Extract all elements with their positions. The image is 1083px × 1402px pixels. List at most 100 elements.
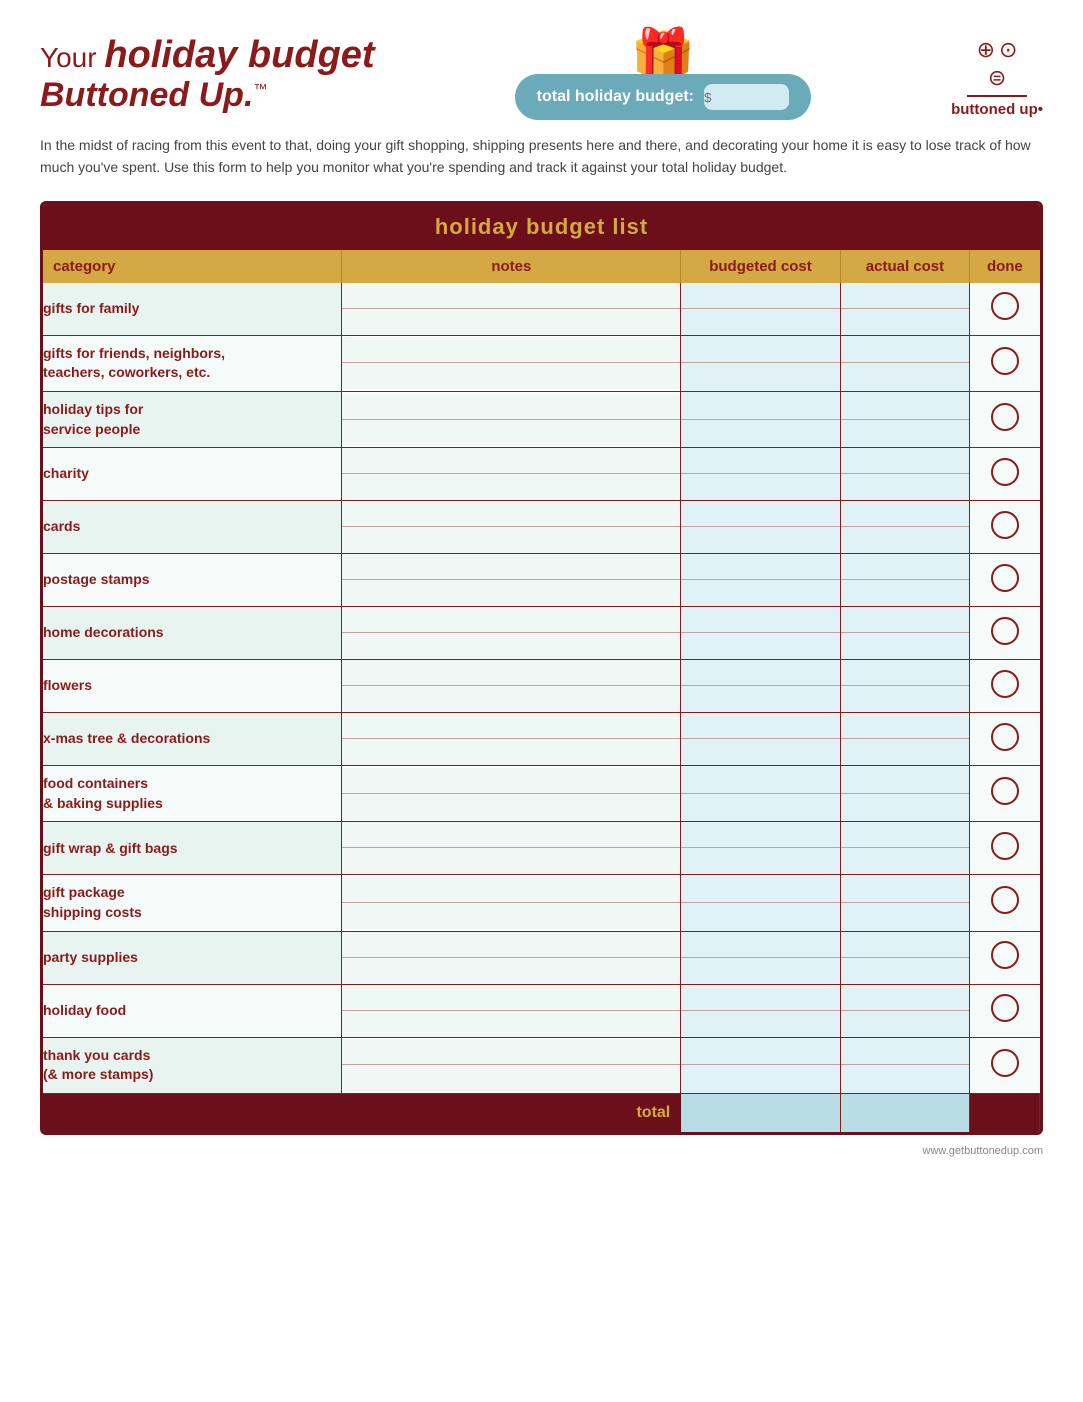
budgeted-cost-cell[interactable] (681, 931, 840, 984)
actual-cost-cell[interactable] (840, 931, 970, 984)
actual-cost-cell[interactable] (840, 554, 970, 607)
budgeted-cost-cell[interactable] (681, 554, 840, 607)
actual-cost-cell[interactable] (840, 283, 970, 336)
actual-cost-cell[interactable] (840, 1037, 970, 1093)
done-cell[interactable] (970, 822, 1040, 875)
notes-cell[interactable] (342, 713, 681, 766)
category-cell: charity (43, 448, 342, 501)
note-line (342, 1011, 680, 1037)
notes-cell[interactable] (342, 448, 681, 501)
budgeted-cost-cell[interactable] (681, 822, 840, 875)
actual-cost-cell[interactable] (840, 984, 970, 1037)
done-cell[interactable] (970, 607, 1040, 660)
notes-cell[interactable] (342, 391, 681, 447)
budgeted-cost-cell[interactable] (681, 607, 840, 660)
actual-cost-line (841, 580, 970, 606)
actual-cost-cell[interactable] (840, 501, 970, 554)
budgeted-cost-cell[interactable] (681, 984, 840, 1037)
done-checkbox[interactable] (991, 994, 1019, 1022)
notes-cell[interactable] (342, 931, 681, 984)
actual-cost-cell[interactable] (840, 607, 970, 660)
done-checkbox[interactable] (991, 832, 1019, 860)
done-cell[interactable] (970, 391, 1040, 447)
category-cell: gift package shipping costs (43, 875, 342, 931)
actual-cost-line (841, 877, 970, 903)
actual-cost-cell[interactable] (840, 713, 970, 766)
done-cell[interactable] (970, 660, 1040, 713)
category-text: gift wrap & gift bags (43, 831, 341, 867)
notes-cell[interactable] (342, 875, 681, 931)
done-cell[interactable] (970, 335, 1040, 391)
done-checkbox[interactable] (991, 1049, 1019, 1077)
notes-cell[interactable] (342, 1037, 681, 1093)
done-checkbox[interactable] (991, 511, 1019, 539)
done-cell[interactable] (970, 501, 1040, 554)
table-row: thank you cards (& more stamps) (43, 1037, 1040, 1093)
done-checkbox[interactable] (991, 403, 1019, 431)
budgeted-cost-cell[interactable] (681, 501, 840, 554)
actual-cost-cell[interactable] (840, 391, 970, 447)
category-text: food containers & baking supplies (43, 766, 341, 821)
actual-cost-cell[interactable] (840, 660, 970, 713)
done-cell[interactable] (970, 448, 1040, 501)
done-checkbox[interactable] (991, 292, 1019, 320)
note-line (342, 739, 680, 765)
done-checkbox[interactable] (991, 941, 1019, 969)
actual-cost-line (841, 607, 970, 633)
col-budgeted-cost: budgeted cost (681, 250, 840, 283)
table-row: flowers (43, 660, 1040, 713)
done-cell[interactable] (970, 984, 1040, 1037)
done-cell[interactable] (970, 931, 1040, 984)
category-cell: flowers (43, 660, 342, 713)
total-label: total (43, 1093, 681, 1132)
done-cell[interactable] (970, 554, 1040, 607)
done-checkbox[interactable] (991, 564, 1019, 592)
done-checkbox[interactable] (991, 886, 1019, 914)
note-line (342, 474, 680, 500)
budget-input[interactable] (704, 84, 789, 110)
note-line (342, 794, 680, 820)
category-text: gift package shipping costs (43, 875, 341, 930)
budgeted-cost-cell[interactable] (681, 448, 840, 501)
notes-cell[interactable] (342, 660, 681, 713)
logo-icon2: ⊙ (999, 37, 1017, 63)
notes-cell[interactable] (342, 501, 681, 554)
actual-cost-cell[interactable] (840, 448, 970, 501)
done-cell[interactable] (970, 283, 1040, 336)
done-checkbox[interactable] (991, 777, 1019, 805)
done-cell[interactable] (970, 766, 1040, 822)
done-checkbox[interactable] (991, 458, 1019, 486)
page-header: Your holiday budget Buttoned Up.™ 🎁 tota… (40, 30, 1043, 120)
budgeted-cost-cell[interactable] (681, 335, 840, 391)
budgeted-cost-cell[interactable] (681, 766, 840, 822)
table-row: gifts for friends, neighbors, teachers, … (43, 335, 1040, 391)
table-row: charity (43, 448, 1040, 501)
budgeted-cost-cell[interactable] (681, 283, 840, 336)
notes-cell[interactable] (342, 283, 681, 336)
actual-cost-cell[interactable] (840, 766, 970, 822)
budgeted-cost-cell[interactable] (681, 391, 840, 447)
done-checkbox[interactable] (991, 723, 1019, 751)
done-checkbox[interactable] (991, 347, 1019, 375)
actual-cost-cell[interactable] (840, 335, 970, 391)
done-cell[interactable] (970, 875, 1040, 931)
done-checkbox[interactable] (991, 670, 1019, 698)
actual-cost-cell[interactable] (840, 822, 970, 875)
done-cell[interactable] (970, 1037, 1040, 1093)
notes-cell[interactable] (342, 984, 681, 1037)
table-row: cards (43, 501, 1040, 554)
notes-cell[interactable] (342, 554, 681, 607)
note-line (342, 848, 680, 874)
budgeted-cost-cell[interactable] (681, 713, 840, 766)
note-line (342, 501, 680, 527)
notes-cell[interactable] (342, 335, 681, 391)
notes-cell[interactable] (342, 822, 681, 875)
actual-cost-cell[interactable] (840, 875, 970, 931)
budgeted-cost-cell[interactable] (681, 1037, 840, 1093)
notes-cell[interactable] (342, 607, 681, 660)
budgeted-cost-cell[interactable] (681, 875, 840, 931)
done-checkbox[interactable] (991, 617, 1019, 645)
done-cell[interactable] (970, 713, 1040, 766)
budgeted-cost-cell[interactable] (681, 660, 840, 713)
notes-cell[interactable] (342, 766, 681, 822)
